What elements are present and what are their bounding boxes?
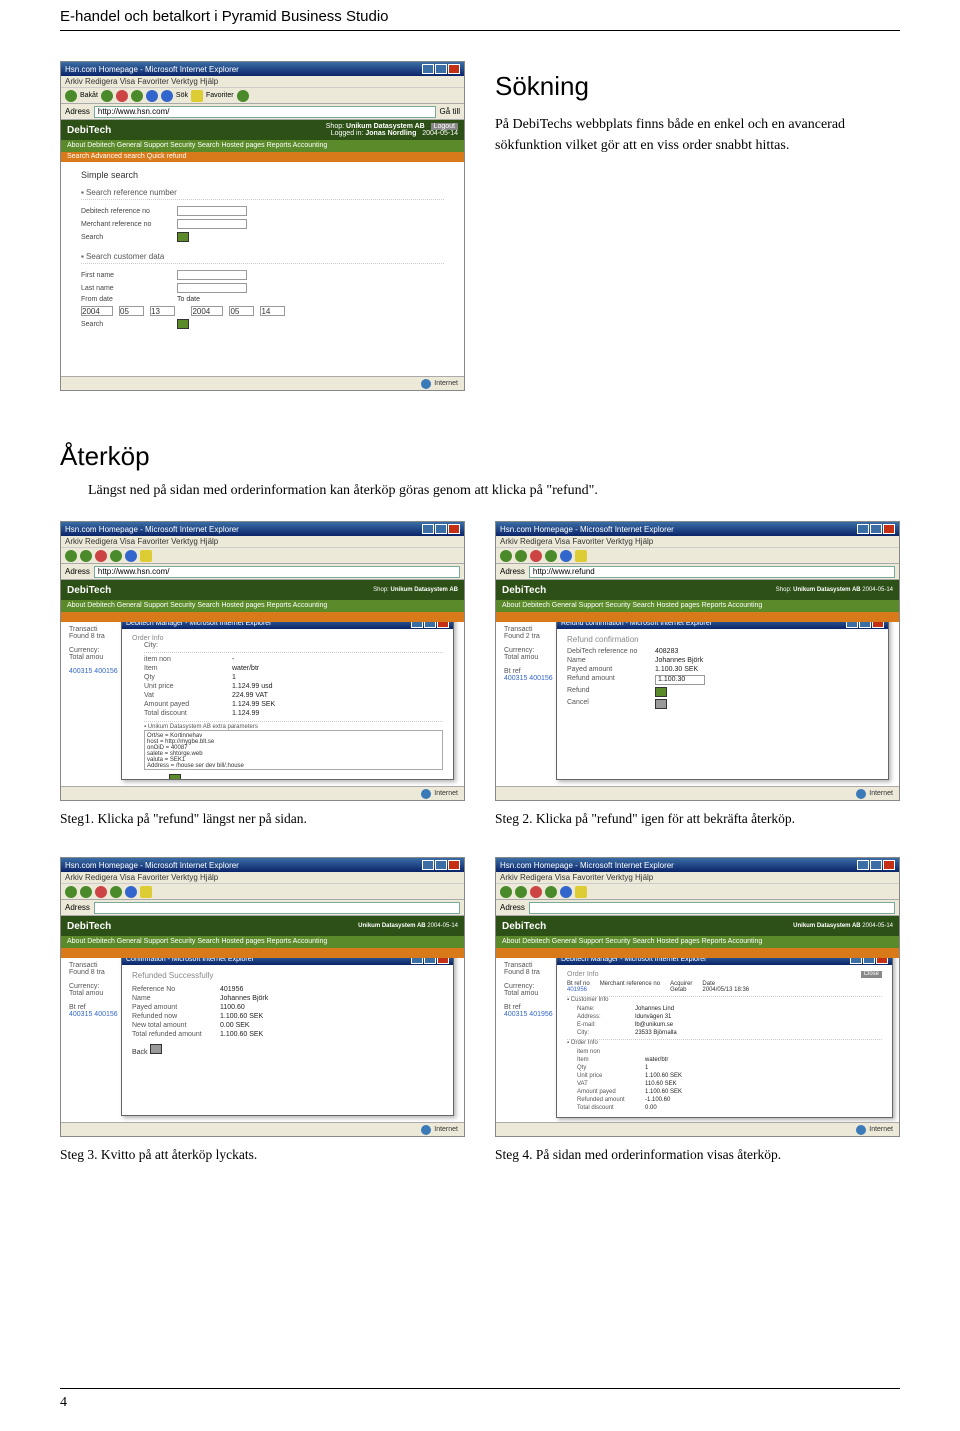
window-controls (422, 64, 460, 74)
addressbar: Adress http://www.hsn.com/ Gå till (61, 104, 464, 120)
caption-step1: Steg1. Klicka på "refund" längst ner på … (60, 811, 465, 827)
to-year[interactable]: 2004 (191, 306, 223, 316)
address-input[interactable]: http://www.hsn.com/ (94, 106, 436, 118)
debitech-ref-input[interactable] (177, 206, 247, 216)
aterkop-intro: Längst ned på sidan med orderinformation… (88, 480, 900, 501)
refund-confirm-button[interactable] (655, 687, 667, 697)
home-icon[interactable] (146, 90, 158, 102)
from-month[interactable]: 05 (119, 306, 144, 316)
screenshot-simple-search: Hsn.com Homepage - Microsoft Internet Ex… (60, 61, 465, 391)
debitech-logo: DebiTech (67, 125, 111, 136)
caption-step2: Steg 2. Klicka på "refund" igen för att … (495, 811, 900, 827)
back-button[interactable] (150, 1044, 162, 1054)
fav-label: Favoriter (206, 92, 234, 99)
merchant-ref-input[interactable] (177, 219, 247, 229)
form-title: Simple search (81, 170, 444, 180)
statusbar: Internet (61, 376, 464, 390)
refund-button[interactable] (169, 774, 181, 779)
main-nav[interactable]: About Debitech General Support Security … (61, 140, 464, 152)
search-button-2[interactable] (177, 319, 189, 329)
go-label[interactable]: Gå till (440, 107, 460, 116)
caption-step4: Steg 4. På sidan med orderinformation vi… (495, 1147, 900, 1163)
window-titlebar: Hsn.com Homepage - Microsoft Internet Ex… (61, 62, 464, 76)
screenshot-step2: Hsn.com Homepage - Microsoft Internet Ex… (495, 521, 900, 801)
ref-section-header: ▪ Search reference number (81, 188, 444, 200)
sokning-section: Hsn.com Homepage - Microsoft Internet Ex… (60, 61, 900, 391)
search-label: Sök (176, 92, 188, 99)
firstname-input[interactable] (177, 270, 247, 280)
sub-nav[interactable]: Search Advanced search Quick refund (61, 152, 464, 162)
step-row-1: Hsn.com Homepage - Microsoft Internet Ex… (60, 521, 900, 827)
lastname-input[interactable] (177, 283, 247, 293)
cancel-button[interactable] (655, 699, 667, 709)
from-day[interactable]: 13 (150, 306, 175, 316)
to-day[interactable]: 14 (260, 306, 285, 316)
back-label: Bakåt (80, 92, 98, 99)
globe-icon (421, 379, 431, 389)
search-icon[interactable] (161, 90, 173, 102)
browser-toolbar: Bakåt Sök Favoriter (61, 88, 464, 104)
screenshot-step3: Hsn.com Homepage - Microsoft Internet Ex… (60, 857, 465, 1137)
page-content: DebiTech Shop: Unikum Datasystem AB Logo… (61, 120, 464, 376)
search-form: Simple search ▪ Search reference number … (61, 162, 464, 376)
page-header: E-handel och betalkort i Pyramid Busines… (60, 0, 900, 31)
minimize-icon[interactable] (422, 64, 434, 74)
to-month[interactable]: 05 (229, 306, 254, 316)
from-year[interactable]: 2004 (81, 306, 113, 316)
history-icon[interactable] (237, 90, 249, 102)
refresh-icon[interactable] (131, 90, 143, 102)
favorites-icon[interactable] (191, 90, 203, 102)
debitech-header: DebiTech Shop: Unikum Datasystem AB Logo… (61, 120, 464, 140)
menubar[interactable]: Arkiv Redigera Visa Favoriter Verktyg Hj… (61, 76, 464, 88)
aterkop-title: Återköp (60, 441, 900, 472)
sokning-title: Sökning (495, 71, 900, 102)
close-icon[interactable] (448, 64, 460, 74)
sokning-text: På DebiTechs webbplats finns både en enk… (495, 114, 900, 156)
stop-icon[interactable] (116, 90, 128, 102)
screenshot-step4: Hsn.com Homepage - Microsoft Internet Ex… (495, 857, 900, 1137)
addr-label: Adress (65, 107, 90, 116)
page-number: 4 (60, 1388, 900, 1411)
doc-title: E-handel och betalkort i Pyramid Busines… (60, 8, 389, 25)
forward-icon[interactable] (101, 90, 113, 102)
caption-step3: Steg 3. Kvitto på att återköp lyckats. (60, 1147, 465, 1163)
cust-section-header: ▪ Search customer data (81, 252, 444, 264)
maximize-icon[interactable] (435, 64, 447, 74)
window-title: Hsn.com Homepage - Microsoft Internet Ex… (65, 65, 239, 74)
screenshot-step1: Hsn.com Homepage - Microsoft Internet Ex… (60, 521, 465, 801)
step-row-2: Hsn.com Homepage - Microsoft Internet Ex… (60, 857, 900, 1163)
search-button[interactable] (177, 232, 189, 242)
back-icon[interactable] (65, 90, 77, 102)
